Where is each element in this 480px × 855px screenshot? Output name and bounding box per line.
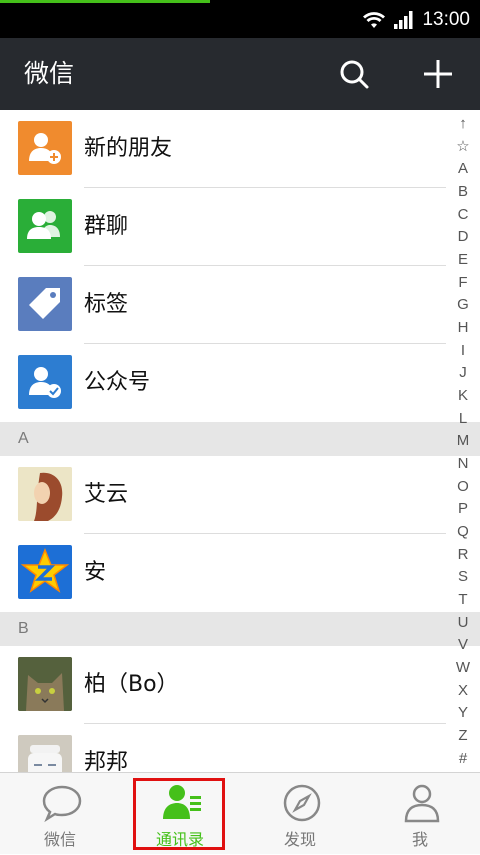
contact-name: 安 bbox=[84, 560, 107, 585]
contact-row[interactable]: 艾云 bbox=[0, 456, 446, 534]
index-letter[interactable]: N bbox=[458, 454, 469, 473]
index-letter[interactable]: Q bbox=[457, 522, 469, 541]
profile-icon bbox=[404, 784, 440, 823]
tab-label: 发现 bbox=[283, 830, 316, 849]
index-letter[interactable]: M bbox=[457, 431, 470, 450]
status-bar: 13:00 bbox=[0, 0, 480, 38]
star-z-icon bbox=[18, 545, 72, 599]
index-letter[interactable]: I bbox=[461, 341, 465, 360]
new-friends-item[interactable]: 新的朋友 bbox=[0, 110, 446, 188]
compass-icon bbox=[283, 784, 321, 822]
signal-icon bbox=[394, 11, 413, 29]
new-friends-label: 新的朋友 bbox=[84, 136, 173, 161]
official-accounts-avatar bbox=[18, 355, 72, 409]
clock: 13:00 bbox=[422, 9, 470, 30]
tab-chats[interactable]: 微信 bbox=[0, 773, 120, 855]
add-button[interactable] bbox=[418, 54, 458, 94]
index-letter[interactable]: D bbox=[458, 227, 469, 246]
index-letter[interactable]: ☆ bbox=[456, 137, 469, 156]
search-button[interactable] bbox=[334, 54, 374, 94]
tag-icon bbox=[29, 288, 60, 319]
index-letter[interactable]: L bbox=[459, 409, 467, 428]
index-letter[interactable]: ↑ bbox=[459, 114, 467, 133]
page-title: 微信 bbox=[24, 59, 75, 88]
index-letter[interactable]: P bbox=[458, 499, 468, 518]
index-letter[interactable]: S bbox=[458, 567, 468, 586]
index-letter[interactable]: K bbox=[458, 386, 468, 405]
contacts-icon bbox=[163, 785, 201, 819]
group-chat-icon bbox=[27, 211, 60, 239]
contact-row[interactable]: 柏（Bo） bbox=[0, 646, 446, 724]
contact-name: 艾云 bbox=[84, 482, 129, 507]
tags-label: 标签 bbox=[84, 292, 129, 317]
index-letter[interactable]: U bbox=[458, 613, 469, 632]
index-letter[interactable]: Y bbox=[458, 703, 468, 722]
section-header-b: B bbox=[0, 612, 480, 646]
contact-row[interactable]: 安 bbox=[0, 534, 446, 612]
index-letter[interactable]: X bbox=[458, 681, 468, 700]
plus-icon bbox=[424, 60, 452, 88]
group-chat-item[interactable]: 群聊 bbox=[0, 188, 446, 266]
contact-avatar bbox=[18, 545, 72, 599]
contact-list: 新的朋友 群聊 标签 公众号 A 艾云 安 B 柏（Bo） 邦邦 bbox=[0, 110, 480, 802]
tab-label: 微信 bbox=[43, 830, 76, 849]
index-letter[interactable]: H bbox=[458, 318, 469, 337]
index-letter[interactable]: F bbox=[458, 273, 467, 292]
section-header-a: A bbox=[0, 422, 480, 456]
index-letter[interactable]: # bbox=[459, 749, 467, 768]
index-letter[interactable]: E bbox=[458, 250, 468, 269]
index-letter[interactable]: B bbox=[458, 182, 468, 201]
new-friends-avatar bbox=[18, 121, 72, 175]
tags-avatar bbox=[18, 277, 72, 331]
index-letter[interactable]: R bbox=[458, 545, 469, 564]
portrait-illustration-icon bbox=[18, 467, 72, 521]
official-account-icon bbox=[29, 367, 61, 398]
index-letter[interactable]: V bbox=[458, 635, 468, 654]
contact-name: 柏（Bo） bbox=[84, 672, 179, 697]
index-letter[interactable]: T bbox=[458, 590, 467, 609]
add-friend-icon bbox=[29, 133, 61, 164]
cat-photo-icon bbox=[18, 657, 72, 711]
tab-contacts[interactable]: 通讯录 bbox=[120, 773, 240, 855]
group-chat-avatar bbox=[18, 199, 72, 253]
chat-bubble-icon bbox=[42, 785, 82, 823]
wifi-icon bbox=[363, 12, 386, 28]
contact-avatar bbox=[18, 467, 72, 521]
index-letter[interactable]: J bbox=[459, 363, 467, 382]
tab-discover[interactable]: 发现 bbox=[240, 773, 360, 855]
tab-label: 我 bbox=[411, 830, 428, 849]
tags-item[interactable]: 标签 bbox=[0, 266, 446, 344]
alphabet-index[interactable]: ↑ ☆ A B C D E F G H I J K L M N O P Q R S T U V W X Y Z # bbox=[446, 110, 480, 772]
loading-progress-bar bbox=[0, 0, 210, 3]
tab-label: 通讯录 bbox=[155, 830, 204, 849]
tab-me[interactable]: 我 bbox=[360, 773, 480, 855]
official-accounts-item[interactable]: 公众号 bbox=[0, 344, 446, 422]
index-letter[interactable]: C bbox=[458, 205, 469, 224]
search-icon bbox=[340, 60, 369, 89]
official-accounts-label: 公众号 bbox=[84, 370, 151, 395]
title-bar: 微信 bbox=[0, 38, 480, 110]
bottom-tab-bar: 微信 通讯录 发现 我 bbox=[0, 772, 480, 854]
index-letter[interactable]: W bbox=[456, 658, 470, 677]
index-letter[interactable]: G bbox=[457, 295, 469, 314]
index-letter[interactable]: O bbox=[457, 477, 469, 496]
index-letter[interactable]: Z bbox=[458, 726, 467, 745]
group-chat-label: 群聊 bbox=[84, 214, 129, 239]
contact-avatar bbox=[18, 657, 72, 711]
index-letter[interactable]: A bbox=[458, 159, 468, 178]
